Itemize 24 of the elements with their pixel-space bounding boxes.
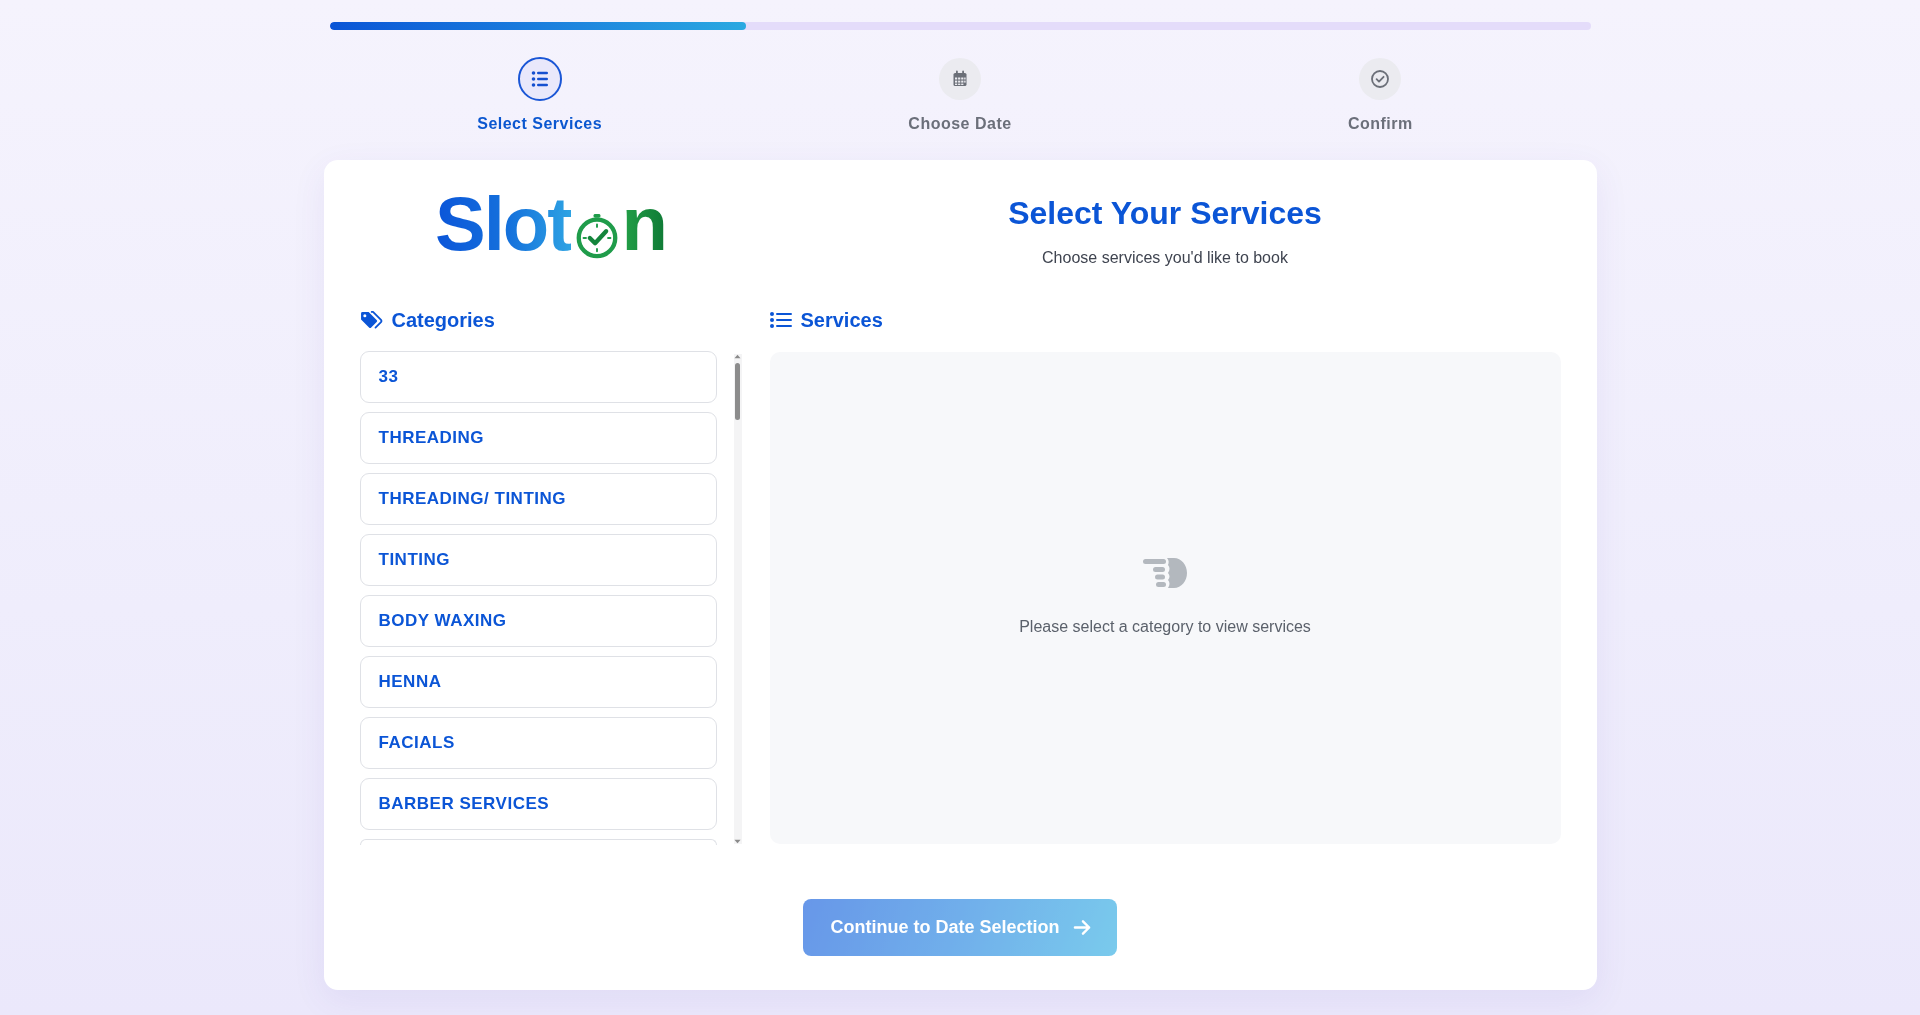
tags-icon <box>359 310 383 330</box>
section-heading: Categories <box>391 308 495 334</box>
caret-down-icon[interactable] <box>734 839 741 845</box>
scrollbar-thumb[interactable] <box>735 363 740 421</box>
category-item[interactable]: FACIALS <box>359 717 717 770</box>
category-item[interactable]: THREADING/ TINTING <box>359 473 717 526</box>
page-title: Select Your Services <box>1007 194 1323 233</box>
page-subtitle: Choose services you'd like to book <box>1041 248 1289 269</box>
category-item[interactable]: 33 <box>359 351 717 404</box>
category-item[interactable]: BODY WAXING <box>359 595 717 648</box>
section-heading: Services <box>800 308 883 334</box>
hand-pointing-icon <box>1143 557 1187 590</box>
step-label: Confirm <box>1347 114 1413 134</box>
category-item[interactable]: BARBER SERVICES <box>359 778 717 831</box>
category-item[interactable]: HENNA <box>359 656 717 709</box>
empty-state-message: Please select a category to view services <box>1019 617 1311 638</box>
list-icon <box>769 312 792 329</box>
scrollbar[interactable] <box>733 354 742 845</box>
arrow-right-icon <box>1072 919 1092 937</box>
step-label: Choose Date <box>908 114 1012 134</box>
category-item[interactable]: TINTING <box>359 534 717 587</box>
caret-up-icon[interactable] <box>734 354 741 360</box>
step-label: Select Services <box>477 114 603 134</box>
category-item[interactable]: THREADING <box>359 412 717 465</box>
